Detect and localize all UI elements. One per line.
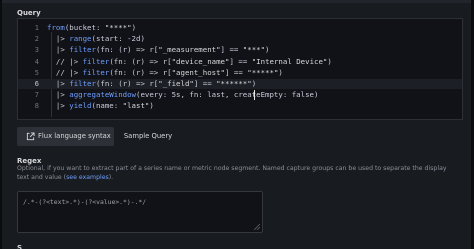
line-number: 1 bbox=[34, 24, 39, 32]
code-text: |> aggregateWindow(every: 5s, fn: last, … bbox=[47, 90, 319, 100]
code-text: // |> filter(fn: (r) => r["device_name"]… bbox=[47, 56, 332, 66]
code-text: // |> filter(fn: (r) => r["agent_host"] … bbox=[47, 67, 283, 77]
tab-flux-label: Flux language syntax bbox=[38, 132, 111, 140]
code-line[interactable]: 4 // |> filter(fn: (r) => r["device_name… bbox=[18, 57, 462, 67]
line-number: 2 bbox=[34, 35, 39, 44]
text-cursor bbox=[254, 90, 255, 100]
code-line[interactable]: 5 // |> filter(fn: (r) => r["agent_host"… bbox=[18, 68, 462, 78]
code-line[interactable]: 8 |> yield(name: "last") bbox=[18, 101, 462, 111]
external-link-icon bbox=[26, 132, 35, 141]
panel-top-strip bbox=[0, 0, 474, 3]
tab-flux-language-syntax[interactable]: Flux language syntax bbox=[17, 127, 114, 146]
next-section-label: S bbox=[17, 244, 23, 249]
query-label: Query bbox=[17, 9, 41, 17]
see-link[interactable]: see bbox=[66, 174, 77, 181]
query-code-editor[interactable]: 1 from(bucket: "****") 2 |> range(start: -… bbox=[17, 18, 463, 120]
regex-textarea[interactable]: /.*-(?<text>.*)-(?<value>.*)-.*/ bbox=[17, 191, 263, 233]
line-number: 7 bbox=[34, 91, 39, 100]
code-line[interactable]: 7 |> aggregateWindow(every: 5s, fn: last… bbox=[18, 90, 462, 100]
code-line[interactable]: 2 |> range(start: -2d) bbox=[18, 34, 462, 44]
code-line[interactable]: 3 |> filter(fn: (r) => r["_measurement"]… bbox=[18, 45, 462, 55]
line-number: 3 bbox=[34, 46, 39, 55]
code-text: |> yield(name: "last") bbox=[47, 101, 154, 111]
line-number: 8 bbox=[34, 102, 39, 111]
regex-label: Regex bbox=[17, 157, 42, 165]
code-text: from(bucket: "****") bbox=[47, 23, 137, 32]
code-line[interactable]: 1 from(bucket: "****") bbox=[18, 23, 462, 33]
regex-value: /.*-(?<text>.*)-(?<value>.*)-.*/ bbox=[23, 198, 147, 206]
line-number: 6 bbox=[34, 80, 39, 88]
tab-sample-query[interactable]: Sample Query bbox=[118, 127, 178, 146]
left-edge-border bbox=[0, 0, 2, 249]
resize-handle-icon[interactable] bbox=[254, 224, 260, 230]
line-number: 4 bbox=[34, 57, 39, 66]
examples-link[interactable]: examples bbox=[79, 174, 109, 181]
code-text: |> range(start: -2d) bbox=[47, 34, 145, 44]
line-number: 5 bbox=[34, 68, 39, 77]
regex-description: Optional, if you want to extract part of… bbox=[17, 165, 457, 182]
code-line[interactable]: 6 |> filter(fn: (r) => r["_field"] == "*… bbox=[18, 79, 462, 89]
regex-description-end: ). bbox=[108, 173, 114, 181]
code-text: |> filter(fn: (r) => r["_field"] == "***… bbox=[47, 79, 257, 88]
code-text: |> filter(fn: (r) => r["_measurement"] =… bbox=[47, 45, 270, 55]
